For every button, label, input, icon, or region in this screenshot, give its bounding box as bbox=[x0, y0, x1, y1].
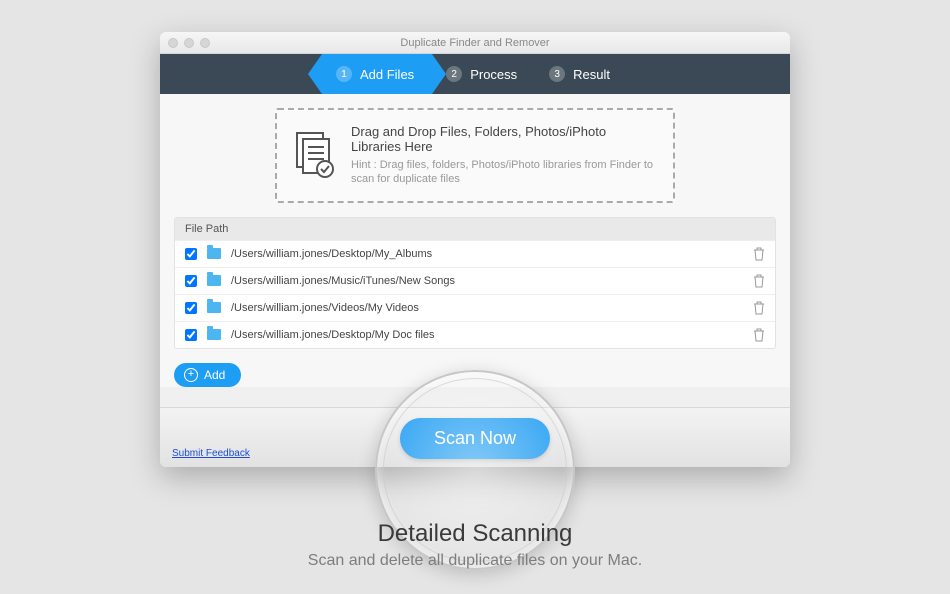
titlebar: Duplicate Finder and Remover bbox=[160, 32, 790, 54]
delete-row-button[interactable] bbox=[753, 328, 765, 342]
file-path: /Users/william.jones/Music/iTunes/New So… bbox=[231, 275, 753, 287]
step-number: 1 bbox=[336, 66, 352, 82]
step-add-files[interactable]: 1 Add Files bbox=[322, 54, 432, 94]
folder-icon bbox=[207, 275, 221, 286]
list-item: /Users/william.jones/Desktop/My Doc file… bbox=[175, 321, 775, 348]
delete-row-button[interactable] bbox=[753, 274, 765, 288]
step-bar: 1 Add Files 2 Process 3 Result bbox=[160, 54, 790, 94]
file-path: /Users/william.jones/Desktop/My Doc file… bbox=[231, 329, 753, 341]
list-item: /Users/william.jones/Music/iTunes/New So… bbox=[175, 267, 775, 294]
documents-icon bbox=[293, 131, 337, 179]
marketing-caption: Detailed Scanning Scan and delete all du… bbox=[0, 520, 950, 570]
file-path: /Users/william.jones/Desktop/My_Albums bbox=[231, 248, 753, 260]
drop-zone[interactable]: Drag and Drop Files, Folders, Photos/iPh… bbox=[275, 108, 675, 203]
footer-bar: Submit Feedback Scan Now bbox=[160, 407, 790, 467]
dropzone-hint: Hint : Drag files, folders, Photos/iPhot… bbox=[351, 158, 657, 187]
delete-row-button[interactable] bbox=[753, 247, 765, 261]
dropzone-title: Drag and Drop Files, Folders, Photos/iPh… bbox=[351, 124, 657, 154]
list-header: File Path bbox=[175, 218, 775, 240]
row-checkbox[interactable] bbox=[185, 302, 197, 314]
content-area: Drag and Drop Files, Folders, Photos/iPh… bbox=[160, 94, 790, 387]
step-label: Process bbox=[470, 67, 517, 82]
window-title: Duplicate Finder and Remover bbox=[160, 37, 790, 49]
scan-now-button[interactable]: Scan Now bbox=[400, 418, 550, 459]
list-item: /Users/william.jones/Videos/My Videos bbox=[175, 294, 775, 321]
caption-title: Detailed Scanning bbox=[0, 520, 950, 548]
step-number: 3 bbox=[549, 66, 565, 82]
folder-icon bbox=[207, 248, 221, 259]
row-checkbox[interactable] bbox=[185, 275, 197, 287]
file-path: /Users/william.jones/Videos/My Videos bbox=[231, 302, 753, 314]
row-checkbox[interactable] bbox=[185, 329, 197, 341]
submit-feedback-link[interactable]: Submit Feedback bbox=[172, 448, 250, 459]
step-label: Add Files bbox=[360, 67, 414, 82]
list-item: /Users/william.jones/Desktop/My_Albums bbox=[175, 240, 775, 267]
folder-icon bbox=[207, 302, 221, 313]
step-result[interactable]: 3 Result bbox=[535, 54, 628, 94]
app-window: Duplicate Finder and Remover 1 Add Files… bbox=[160, 32, 790, 467]
file-list: File Path /Users/william.jones/Desktop/M… bbox=[174, 217, 776, 349]
row-checkbox[interactable] bbox=[185, 248, 197, 260]
add-button[interactable]: + Add bbox=[174, 363, 241, 387]
delete-row-button[interactable] bbox=[753, 301, 765, 315]
folder-icon bbox=[207, 329, 221, 340]
step-process[interactable]: 2 Process bbox=[432, 54, 535, 94]
step-number: 2 bbox=[446, 66, 462, 82]
step-label: Result bbox=[573, 67, 610, 82]
plus-icon: + bbox=[184, 368, 198, 382]
caption-subtitle: Scan and delete all duplicate files on y… bbox=[0, 552, 950, 570]
add-button-label: Add bbox=[204, 368, 225, 382]
